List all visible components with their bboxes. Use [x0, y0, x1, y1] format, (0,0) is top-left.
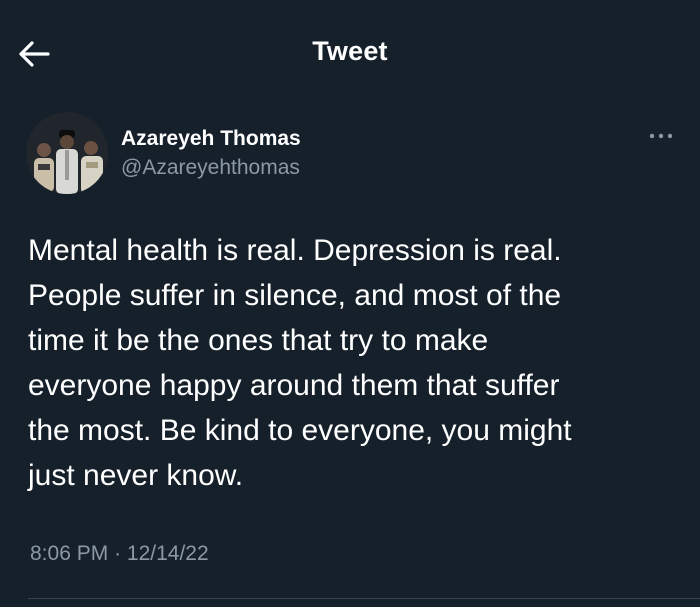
tweet-author: Azareyeh Thomas @Azareyehthomas — [26, 112, 676, 196]
avatar[interactable] — [26, 112, 108, 194]
header-bar: Tweet — [0, 0, 700, 106]
author-name[interactable]: Azareyeh Thomas — [121, 127, 301, 151]
page-title: Tweet — [312, 36, 388, 66]
tweet-page: Tweet Azareyeh Thomas @Azareyehthomas Me… — [0, 0, 700, 607]
tweet-date: 12/14/22 — [126, 542, 209, 565]
more-options-button[interactable] — [646, 126, 676, 146]
tweet-time: 8:06 PM — [30, 542, 109, 565]
author-handle[interactable]: @Azareyehthomas — [121, 156, 300, 180]
divider — [28, 598, 700, 599]
tweet-text: Mental health is real. Depression is rea… — [28, 234, 572, 492]
meta-separator: · — [114, 542, 122, 565]
profile-photo — [26, 112, 108, 194]
tweet-timestamp[interactable]: 8:06 PM · 12/14/22 — [30, 542, 209, 566]
more-dots-icon — [649, 133, 673, 139]
